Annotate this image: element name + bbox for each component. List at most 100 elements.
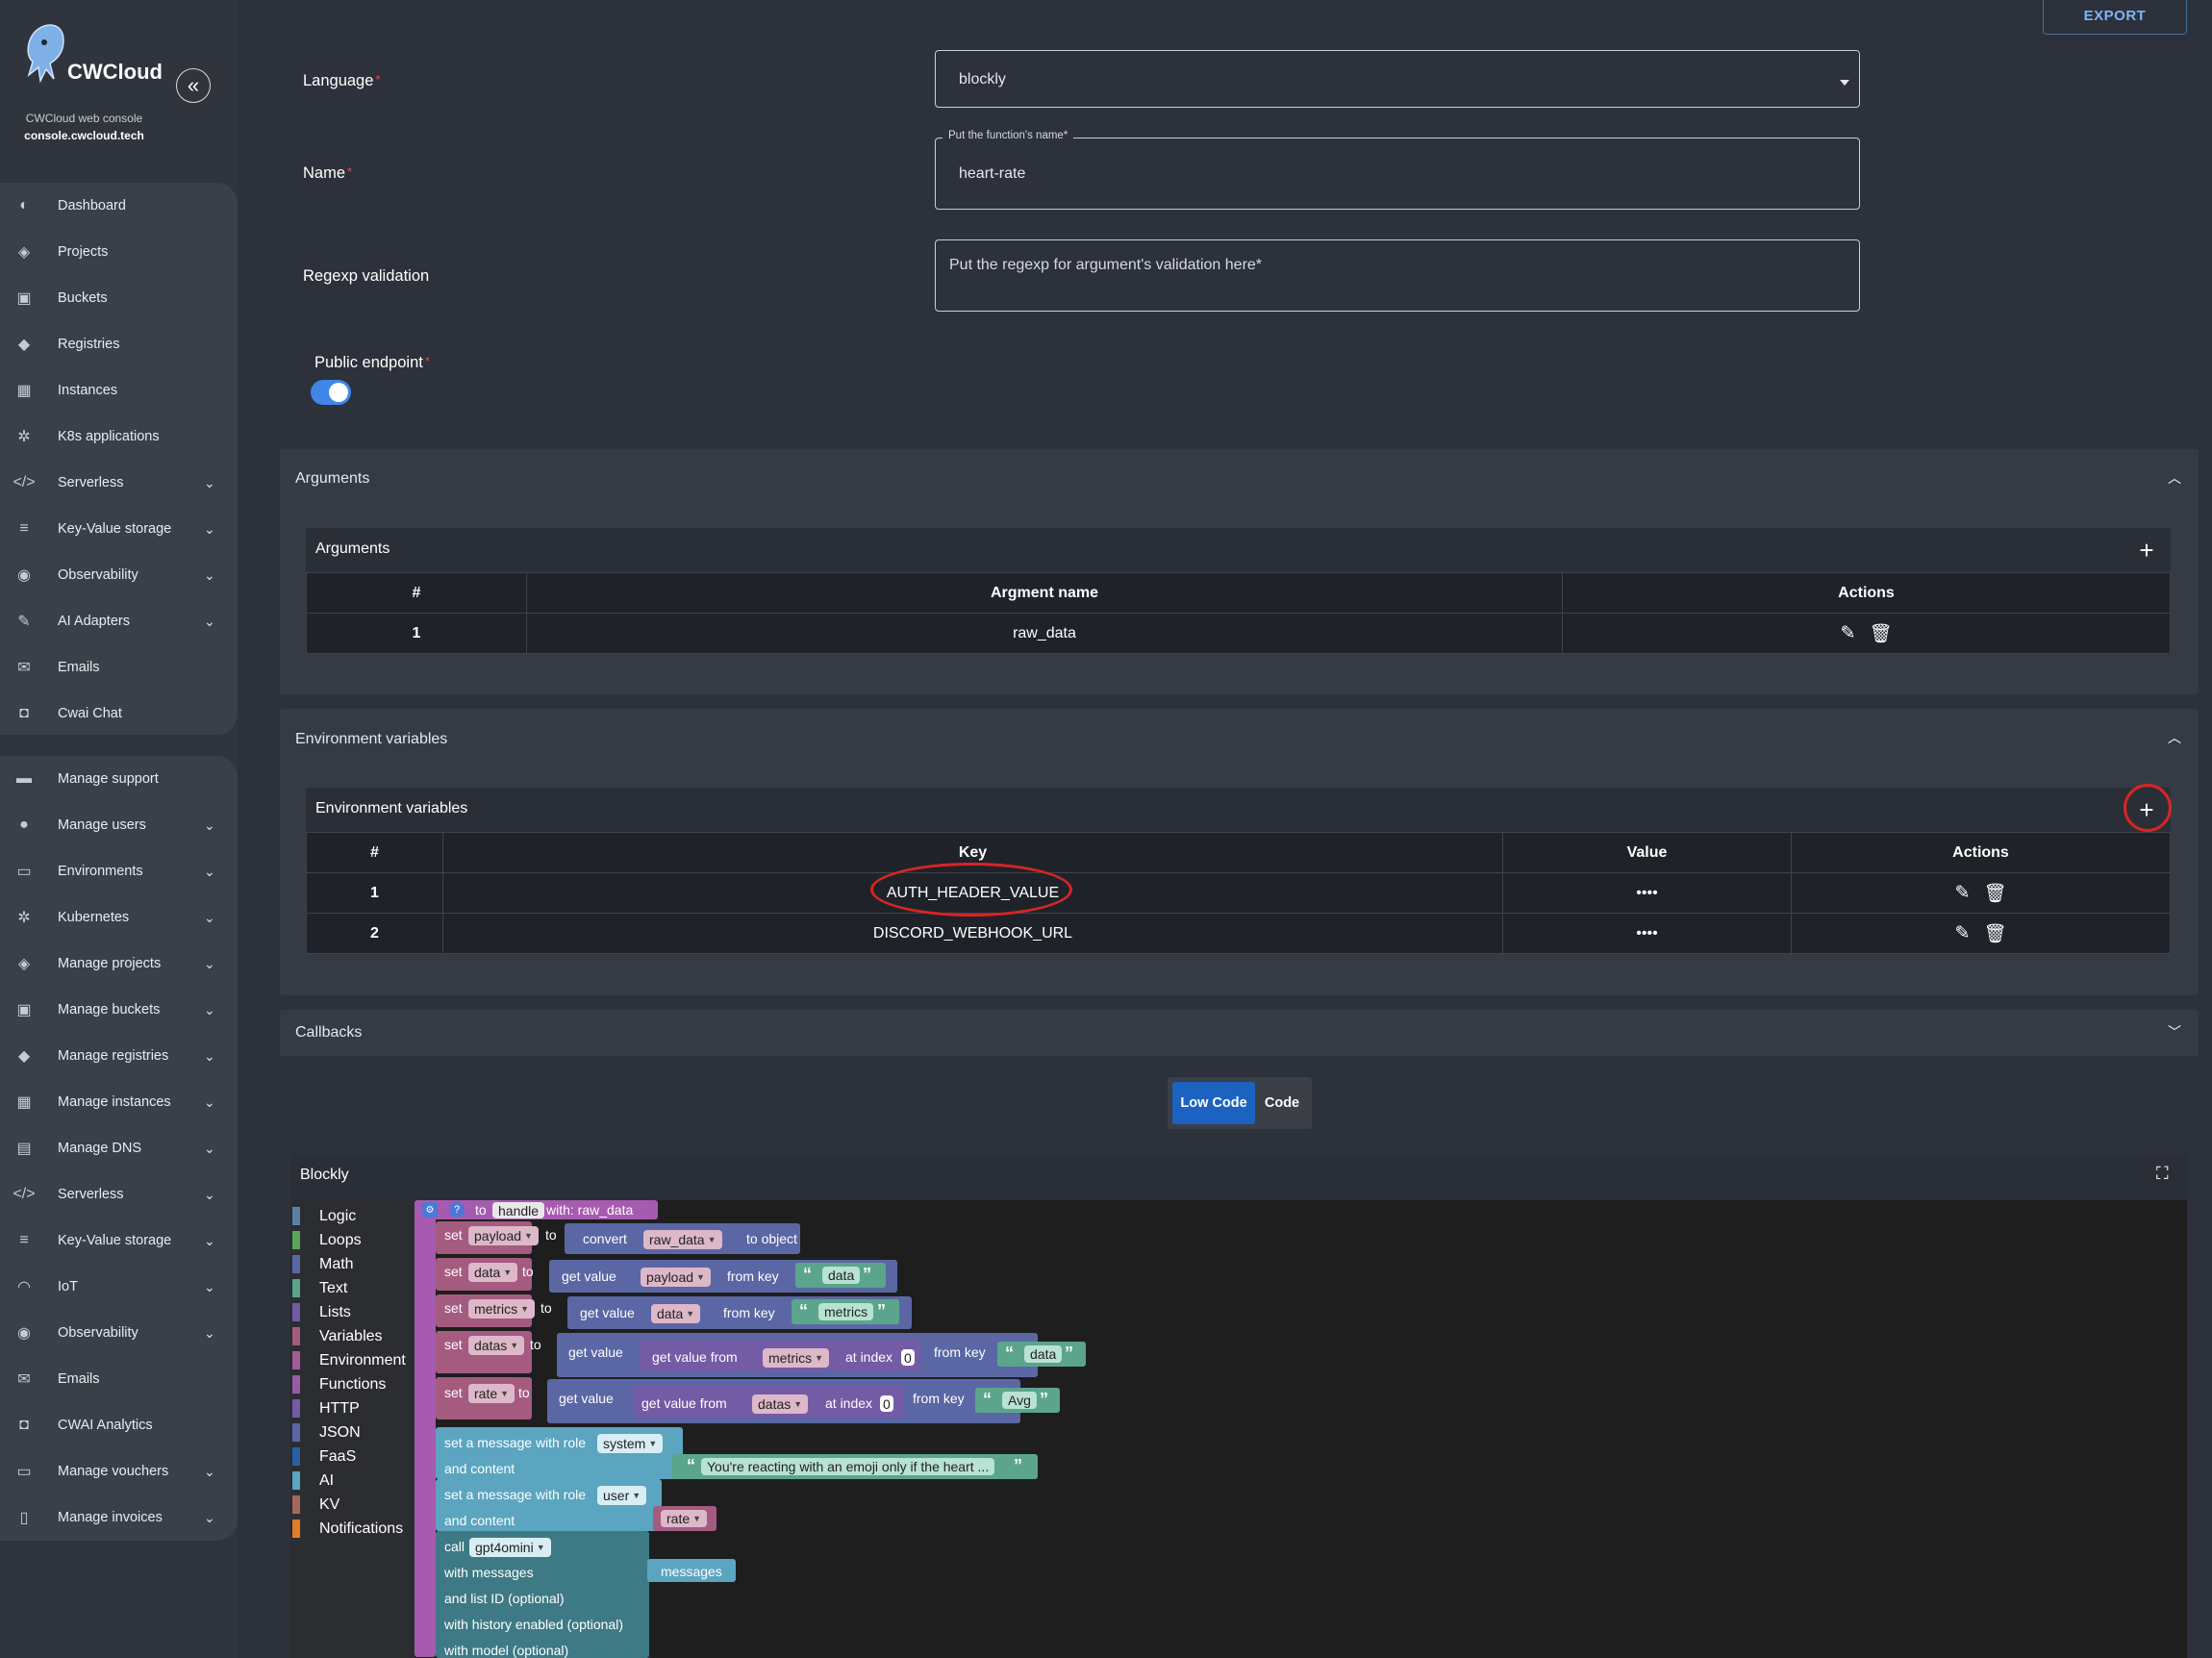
toolbox-category-loops[interactable]: Loops <box>292 1228 413 1252</box>
variable-chip[interactable]: data ▼ <box>651 1304 701 1323</box>
sidebar-item-manage-dns[interactable]: ▤ Manage DNS ⌄ <box>0 1129 238 1168</box>
block-label: with messages <box>444 1565 534 1580</box>
low-code-button[interactable]: Low Code <box>1172 1082 1255 1124</box>
sidebar-item-ai-adapters[interactable]: ✎ AI Adapters ⌄ <box>0 602 238 641</box>
sidebar-item-manage-instances[interactable]: ▦ Manage instances ⌄ <box>0 1083 238 1121</box>
toolbox-category-text[interactable]: Text <box>292 1276 413 1300</box>
text-value-chip[interactable]: Avg <box>1002 1392 1037 1409</box>
collapse-sidebar-button[interactable]: « <box>176 68 211 103</box>
variable-chip[interactable]: datas ▼ <box>468 1336 525 1355</box>
edit-icon[interactable]: ✎ <box>1954 922 1970 944</box>
toolbox-category-json[interactable]: JSON <box>292 1420 413 1444</box>
toolbox-category-faas[interactable]: FaaS <box>292 1444 413 1469</box>
text-value-chip[interactable]: You're reacting with an emoji only if th… <box>701 1458 995 1475</box>
toolbox-category-label: Notifications <box>319 1520 404 1537</box>
sidebar-item-instances[interactable]: ▦ Instances <box>0 371 238 410</box>
role-chip[interactable]: system ▼ <box>597 1434 664 1453</box>
fullscreen-icon[interactable]: ⛶ <box>2156 1164 2175 1183</box>
sidebar-item-environments[interactable]: ▭ Environments ⌄ <box>0 852 238 891</box>
toolbox-category-http[interactable]: HTTP <box>292 1396 413 1420</box>
trash-icon[interactable]: 🗑 <box>1983 882 2006 905</box>
chevron-down-icon[interactable]: ﹀ <box>2168 1022 2181 1042</box>
sidebar-item-manage-vouchers[interactable]: ▭ Manage vouchers ⌄ <box>0 1452 238 1491</box>
row-actions: ✎ 🗑 <box>1562 613 2171 654</box>
number-chip[interactable]: 0 <box>880 1395 893 1412</box>
sidebar-item-dashboard[interactable]: ◐ Dashboard <box>0 187 238 225</box>
function-name-field[interactable]: heart-rate <box>935 138 1860 210</box>
variable-chip[interactable]: payload ▼ <box>641 1268 711 1287</box>
gear-icon[interactable]: ⚙ <box>422 1202 438 1218</box>
sidebar-item-iot[interactable]: ◠ IoT ⌄ <box>0 1268 238 1306</box>
chevron-up-icon[interactable]: ︿ <box>2168 728 2181 747</box>
sidebar-item-emails[interactable]: ✉ Emails <box>0 648 238 687</box>
help-icon[interactable]: ? <box>449 1202 465 1218</box>
sidebar-item-manage-registries[interactable]: ◆ Manage registries ⌄ <box>0 1037 238 1075</box>
sidebar-item-manage-users[interactable]: ● Manage users ⌄ <box>0 806 238 844</box>
sidebar-item-buckets[interactable]: ▣ Buckets <box>0 279 238 317</box>
toolbox-category-logic[interactable]: Logic <box>292 1204 413 1228</box>
users-icon: ● <box>19 816 29 833</box>
code-button[interactable]: Code <box>1258 1082 1306 1124</box>
variable-chip[interactable]: data ▼ <box>468 1263 518 1282</box>
chevron-down-icon: ⌄ <box>204 863 215 879</box>
sidebar-item-manage-projects[interactable]: ◈ Manage projects ⌄ <box>0 944 238 983</box>
add-argument-button[interactable]: + <box>2130 534 2163 566</box>
variable-chip[interactable]: raw_data ▼ <box>643 1230 722 1249</box>
number-chip[interactable]: 0 <box>901 1349 915 1366</box>
regexp-field[interactable]: Put the regexp for argument's validation… <box>935 239 1860 312</box>
chevron-down-icon: ⌄ <box>204 1093 215 1110</box>
variable-chip[interactable]: rate ▼ <box>468 1384 515 1403</box>
sidebar-item-kubernetes[interactable]: ✲ Kubernetes ⌄ <box>0 898 238 937</box>
sidebar-item-label: Manage DNS <box>58 1141 142 1156</box>
sidebar-item-projects[interactable]: ◈ Projects <box>0 233 238 271</box>
toolbox-category-math[interactable]: Math <box>292 1252 413 1276</box>
sidebar-item-key-value-storage[interactable]: ≡ Key-Value storage ⌄ <box>0 510 238 548</box>
model-chip[interactable]: gpt4omini ▼ <box>469 1538 551 1557</box>
block-label: get value from <box>641 1395 727 1411</box>
sidebar-item-observability[interactable]: ◉ Observability ⌄ <box>0 1314 238 1352</box>
toolbox-category-lists[interactable]: Lists <box>292 1300 413 1324</box>
edit-icon[interactable]: ✎ <box>1954 882 1970 904</box>
variable-chip[interactable]: metrics ▼ <box>763 1348 830 1368</box>
language-select[interactable]: blockly <box>935 50 1860 108</box>
edit-icon[interactable]: ✎ <box>1840 622 1855 644</box>
text-value-chip[interactable]: data <box>1024 1345 1063 1363</box>
sidebar-item-serverless[interactable]: </> Serverless ⌄ <box>0 464 238 502</box>
toolbox-category-variables[interactable]: Variables <box>292 1324 413 1348</box>
block-label: messages <box>661 1564 722 1579</box>
sidebar-item-emails[interactable]: ✉ Emails <box>0 1360 238 1398</box>
toolbox-category-ai[interactable]: AI <box>292 1469 413 1493</box>
role-chip[interactable]: user ▼ <box>597 1486 647 1505</box>
sidebar-item-k8s-applications[interactable]: ✲ K8s applications <box>0 417 238 456</box>
trash-icon[interactable]: 🗑 <box>1983 922 2006 945</box>
sidebar-item-observability[interactable]: ◉ Observability ⌄ <box>0 556 238 594</box>
variable-chip[interactable]: rate ▼ <box>661 1510 708 1527</box>
export-button[interactable]: EXPORT <box>2043 0 2187 35</box>
add-env-variable-button[interactable]: + <box>2130 793 2163 826</box>
blockly-workspace[interactable]: ⚙ ? to handle with: raw_data set payload… <box>415 1200 2187 1658</box>
public-endpoint-toggle[interactable] <box>311 380 351 405</box>
sidebar-item-cwai-chat[interactable]: ◘ Cwai Chat <box>0 694 238 733</box>
text-value-chip[interactable]: metrics <box>818 1303 874 1320</box>
sidebar-item-serverless[interactable]: </> Serverless ⌄ <box>0 1175 238 1214</box>
toolbox-category-environment[interactable]: Environment <box>292 1348 413 1372</box>
chat-icon: ▬ <box>16 770 32 787</box>
sidebar-item-manage-support[interactable]: ▬ Manage support <box>0 760 238 798</box>
toolbox-category-notifications[interactable]: Notifications <box>292 1517 413 1541</box>
chevron-up-icon[interactable]: ︿ <box>2168 468 2181 488</box>
variable-chip[interactable]: metrics ▼ <box>468 1299 536 1319</box>
toolbox-category-functions[interactable]: Functions <box>292 1372 413 1396</box>
sidebar-item-registries[interactable]: ◆ Registries <box>0 325 238 364</box>
callbacks-panel[interactable]: Callbacks ﹀ <box>280 1010 2199 1056</box>
text-value-chip[interactable]: data <box>822 1267 861 1284</box>
toolbox-category-kv[interactable]: KV <box>292 1493 413 1517</box>
function-name-chip[interactable]: handle <box>492 1202 545 1218</box>
sidebar-item-manage-buckets[interactable]: ▣ Manage buckets ⌄ <box>0 991 238 1029</box>
sidebar-item-manage-invoices[interactable]: ▯ Manage invoices ⌄ <box>0 1498 238 1537</box>
variable-chip[interactable]: payload ▼ <box>468 1226 539 1245</box>
docker-icon: ◆ <box>17 337 31 353</box>
sidebar-item-key-value-storage[interactable]: ≡ Key-Value storage ⌄ <box>0 1221 238 1260</box>
variable-chip[interactable]: datas ▼ <box>752 1394 809 1414</box>
trash-icon[interactable]: 🗑 <box>1869 622 1892 645</box>
sidebar-item-cwai-analytics[interactable]: ◘ CWAI Analytics <box>0 1406 238 1444</box>
